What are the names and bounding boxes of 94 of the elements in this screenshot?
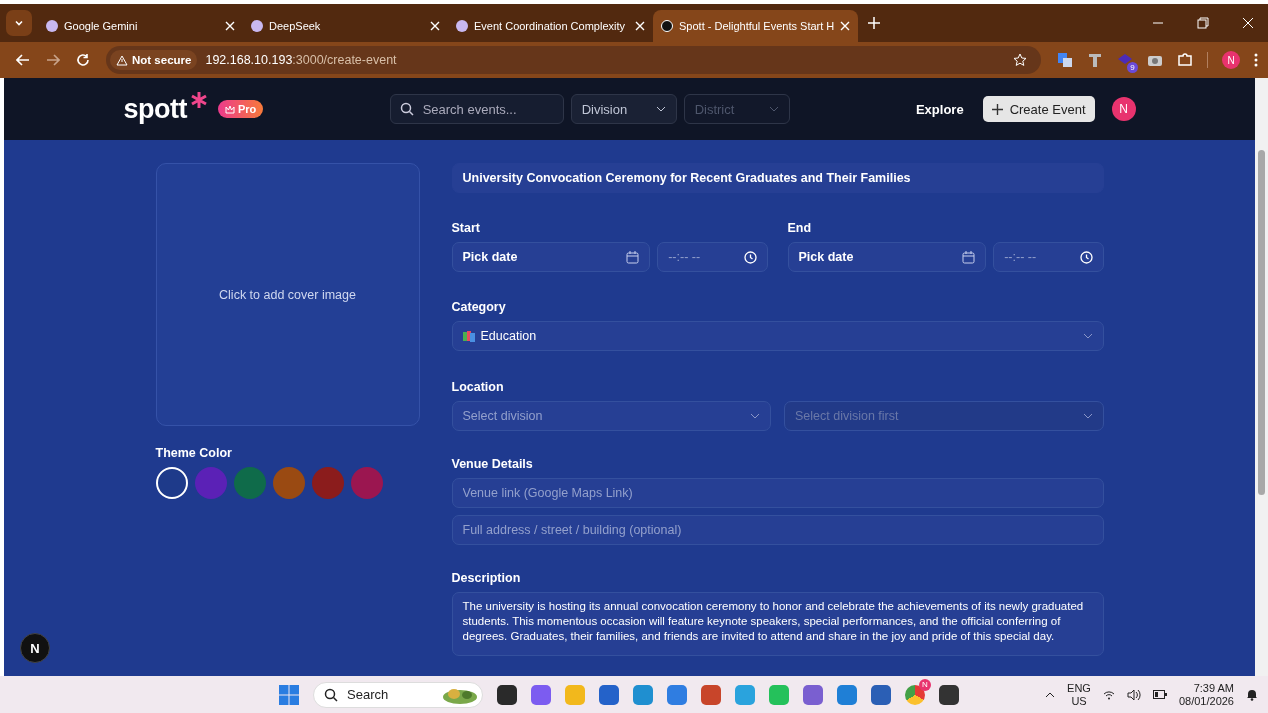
speaker-icon[interactable] — [1126, 688, 1141, 701]
books-icon — [462, 330, 475, 342]
app-icon[interactable] — [871, 684, 891, 705]
translate-icon[interactable] — [1057, 52, 1073, 68]
chevron-down-icon[interactable] — [14, 18, 24, 28]
field-label: Venue Details — [451, 457, 534, 471]
back-icon[interactable] — [16, 53, 30, 67]
address-bar[interactable]: Not secure 192.168.10.193:3000/create-event — [106, 46, 1041, 74]
notification-badge: N — [919, 678, 931, 691]
close-icon[interactable] — [635, 21, 645, 31]
color-swatch[interactable] — [155, 467, 188, 499]
asterisk-icon — [189, 89, 209, 110]
browser-icon[interactable] — [905, 684, 925, 705]
category-dropdown[interactable]: Education — [451, 321, 1104, 351]
division-dropdown[interactable]: Select division — [451, 401, 771, 431]
terminal-icon[interactable] — [939, 684, 959, 705]
color-swatch[interactable] — [233, 467, 266, 499]
site-icon — [456, 20, 468, 32]
reload-icon[interactable] — [76, 53, 90, 67]
user-avatar[interactable]: N — [1111, 97, 1136, 121]
chevron-down-icon — [1082, 333, 1093, 339]
pro-badge: Pro — [218, 100, 264, 118]
menu-icon[interactable] — [1254, 53, 1258, 67]
site-icon — [46, 20, 58, 32]
count-badge: 9 — [1127, 62, 1138, 73]
create-event-button[interactable]: Create Event — [982, 96, 1095, 122]
close-icon[interactable] — [430, 21, 440, 31]
bell-icon[interactable] — [1246, 688, 1258, 701]
color-swatch[interactable] — [272, 467, 305, 499]
new-tab-icon[interactable] — [868, 17, 880, 29]
close-icon[interactable] — [225, 21, 235, 31]
field-label: Theme Color — [155, 446, 233, 460]
field-label: Start — [451, 221, 481, 235]
security-chip[interactable]: Not secure — [110, 50, 198, 70]
field-label: End — [787, 221, 813, 235]
start-icon[interactable] — [279, 684, 299, 705]
description-textarea[interactable]: The university is hosting its annual convocation ceremony to honor and celebrate the achievements of its newly graduated students. This momentous occasion will feature keynote speakers, special performances, and the official conferring of degrees. Graduates, their families, and friends are invited to attend and share in the joy and pride of this special day. — [451, 592, 1104, 656]
url-text: 192.168.10.193:3000/create-event — [205, 53, 397, 67]
forward-icon[interactable] — [46, 53, 60, 67]
browser-tab[interactable]: Spott - Delightful Events Start H — [653, 10, 858, 42]
search-field[interactable]: Search events... — [389, 94, 564, 124]
date-picker[interactable]: Pick date — [451, 242, 651, 272]
battery-icon[interactable] — [1152, 690, 1167, 699]
chevron-down-icon — [1082, 413, 1093, 419]
browser-tab[interactable]: Google Gemini — [38, 10, 243, 42]
search-icon — [324, 687, 338, 702]
clock-icon — [1079, 250, 1093, 264]
search-icon — [399, 102, 414, 116]
dev-badge[interactable]: N — [20, 633, 50, 663]
scrollbar[interactable] — [1255, 78, 1268, 676]
close-icon[interactable] — [840, 21, 851, 31]
close-icon[interactable] — [1242, 17, 1254, 29]
browser-tab[interactable]: Event Coordination Complexity — [448, 10, 653, 42]
taskbar-search[interactable]: Search — [313, 681, 483, 708]
clock-icon — [743, 250, 757, 264]
calendar-icon — [626, 250, 640, 264]
crown-icon — [225, 104, 235, 114]
title-input[interactable]: University Convocation Ceremony for Recent Graduates and Their Families — [451, 163, 1104, 193]
restore-icon[interactable] — [1197, 17, 1209, 29]
chevron-up-icon[interactable] — [1045, 691, 1056, 698]
color-swatch[interactable] — [194, 467, 227, 499]
language-text[interactable]: ENG — [1067, 681, 1091, 695]
division-dropdown[interactable]: Division — [570, 94, 677, 124]
color-swatch[interactable] — [311, 467, 344, 499]
warning-icon — [116, 54, 128, 66]
address-input[interactable]: Full address / street / building (optional) — [451, 515, 1104, 545]
venue-link-input[interactable]: Venue link (Google Maps Link) — [451, 478, 1104, 508]
site-icon — [251, 20, 263, 32]
chevron-down-icon — [750, 413, 760, 419]
browser-tab[interactable]: DeepSeek — [243, 10, 448, 42]
field-label: Description — [451, 571, 522, 585]
profile-avatar[interactable]: N — [1222, 51, 1240, 69]
field-label: Location — [451, 380, 505, 394]
region-text[interactable]: US — [1071, 694, 1087, 708]
extension-icon[interactable] — [1087, 52, 1103, 68]
explore-link[interactable]: Explore — [915, 101, 964, 117]
wifi-icon[interactable] — [1102, 689, 1115, 700]
chevron-down-icon — [768, 106, 779, 112]
color-swatch[interactable] — [350, 467, 383, 499]
field-label: Category — [451, 300, 507, 314]
time-picker[interactable]: --:-- -- — [993, 242, 1104, 272]
site-icon — [661, 20, 673, 32]
clock-time[interactable]: 7:39 AM — [1193, 681, 1234, 695]
app-icon[interactable] — [497, 684, 517, 705]
calendar-icon — [962, 250, 976, 264]
plus-icon — [991, 103, 1003, 115]
cover-image-upload[interactable]: Click to add cover image — [155, 163, 420, 426]
logo[interactable]: spott — [123, 93, 187, 124]
date-picker[interactable]: Pick date — [787, 242, 987, 272]
time-picker[interactable]: --:-- -- — [657, 242, 768, 272]
clock-date[interactable]: 08/01/2026 — [1178, 694, 1234, 708]
star-icon[interactable] — [1013, 53, 1027, 67]
chevron-down-icon — [655, 106, 666, 112]
puzzle-icon[interactable] — [1177, 52, 1193, 68]
